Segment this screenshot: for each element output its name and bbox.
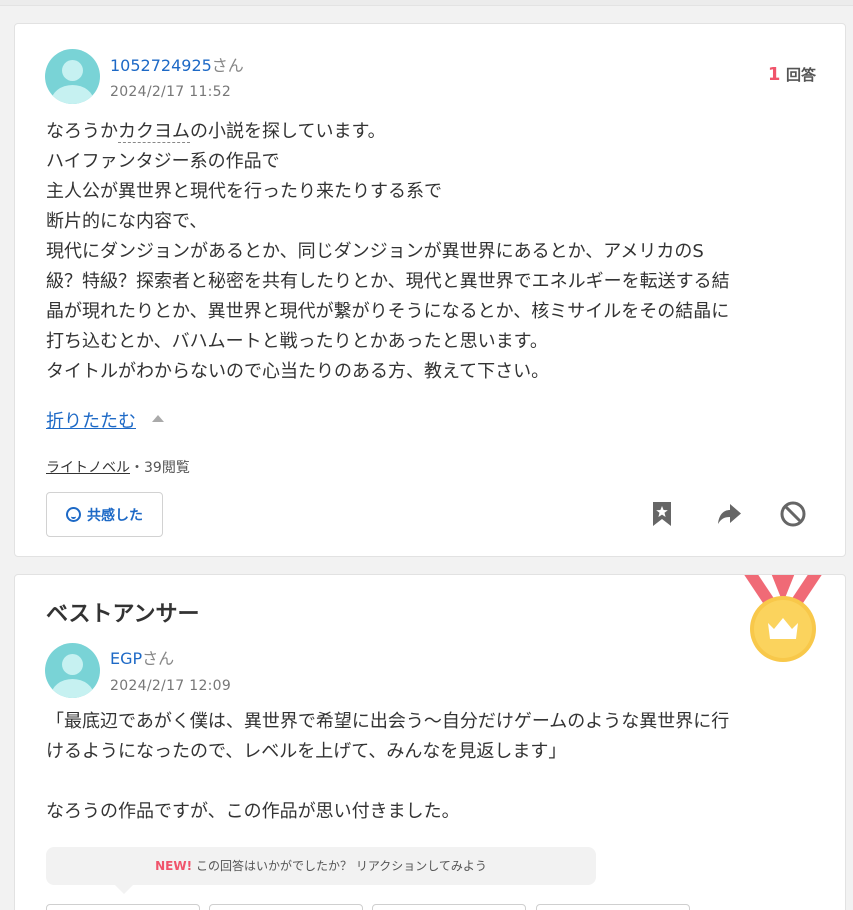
header-divider [0,0,853,6]
question-line: 打ち込むとか、バハムートと戦ったりとかあったと思います。 [46,331,548,352]
answer-timestamp: 2024/2/17 12:09 [110,678,232,694]
questioner-name[interactable]: 1052724925さん [110,52,244,76]
question-line: ハイファンタジー系の作品で [46,151,280,172]
caret-up-icon [152,415,164,422]
avatar[interactable] [45,643,100,698]
collapse-link[interactable]: 折りたたむ [46,407,136,433]
smile-icon [66,507,81,522]
block-icon[interactable] [779,500,807,528]
best-answer-title: ベストアンサー [46,602,200,627]
answer-count-number: 1 [767,64,781,85]
question-line: 現代にダンジョンがあるとか、同じダンジョンが異世界にあるとか、アメリカのS [46,241,704,262]
questioner-id[interactable]: 1052724925 [110,56,212,75]
answer-line: けるようになったので、レベルを上げて、みんなを見返します」 [46,741,567,762]
question-line: タイトルがわからないので心当たりのある方、教えて下さい。 [46,361,550,382]
question-line: 晶が現れたりとか、異世界と現代が繋がりそうになるとか、核ミサイルをその結晶に [46,301,730,322]
answer-count[interactable]: 1 回答 [768,64,816,85]
empathy-label: 共感した [87,507,143,524]
reaction-bubble-tail [115,885,133,894]
new-badge: NEW! [155,859,193,873]
answer-line: 「最底辺であがく僕は、異世界で希望に出会う〜自分だけゲームのような異世界に行 [46,711,730,732]
bookmark-icon[interactable] [648,500,676,528]
question-line: 主人公が異世界と現代を行ったり来たりする系で [46,181,442,202]
reaction-prompt-text: この回答はいかがでしたか？ リアクションしてみよう [196,859,487,873]
reaction-prompt: NEW! この回答はいかがでしたか？ リアクションしてみよう [46,847,596,885]
kakuyomu-keyword-link[interactable]: カクヨム [118,121,190,143]
answerer-suffix: さん [142,649,175,668]
question-line: 断片的にな内容で、 [46,211,208,232]
answer-count-label: 回答 [785,66,816,84]
question-timestamp: 2024/2/17 11:52 [110,84,232,100]
answerer-name[interactable]: EGPさん [110,645,174,669]
reaction-button[interactable] [209,904,363,910]
questioner-suffix: さん [211,56,244,75]
reaction-button[interactable] [536,904,690,910]
question-meta: ライトノベル・39閲覧 [46,457,190,477]
answer-line: なろうの作品ですが、この作品が思い付きました。 [46,801,460,822]
best-answer-card: ベストアンサー EGPさん 2024/2/17 12:09 「最底辺であがく僕は… [14,574,846,910]
question-card: 1052724925さん 2024/2/17 11:52 1 回答 なろうかカク… [14,23,846,557]
reaction-button[interactable] [372,904,526,910]
question-line: 級？特級？探索者と秘密を共有したりとか、現代と異世界でエネルギーを転送する結 [46,271,730,292]
answer-body: 「最底辺であがく僕は、異世界で希望に出会う〜自分だけゲームのような異世界に行 け… [46,707,821,827]
category-link[interactable]: ライトノベル [46,460,130,476]
question-line: なろうかカクヨムの小説を探しています。 [46,121,386,143]
share-icon[interactable] [715,500,743,528]
reaction-button[interactable] [46,904,200,910]
answerer-id[interactable]: EGP [110,649,142,668]
view-count: ・39閲覧 [130,460,190,476]
empathy-button[interactable]: 共感した [46,492,163,537]
question-body: なろうかカクヨムの小説を探しています。 ハイファンタジー系の作品で 主人公が異世… [46,117,821,387]
avatar[interactable] [45,49,100,104]
crown-medal-icon [744,575,822,662]
